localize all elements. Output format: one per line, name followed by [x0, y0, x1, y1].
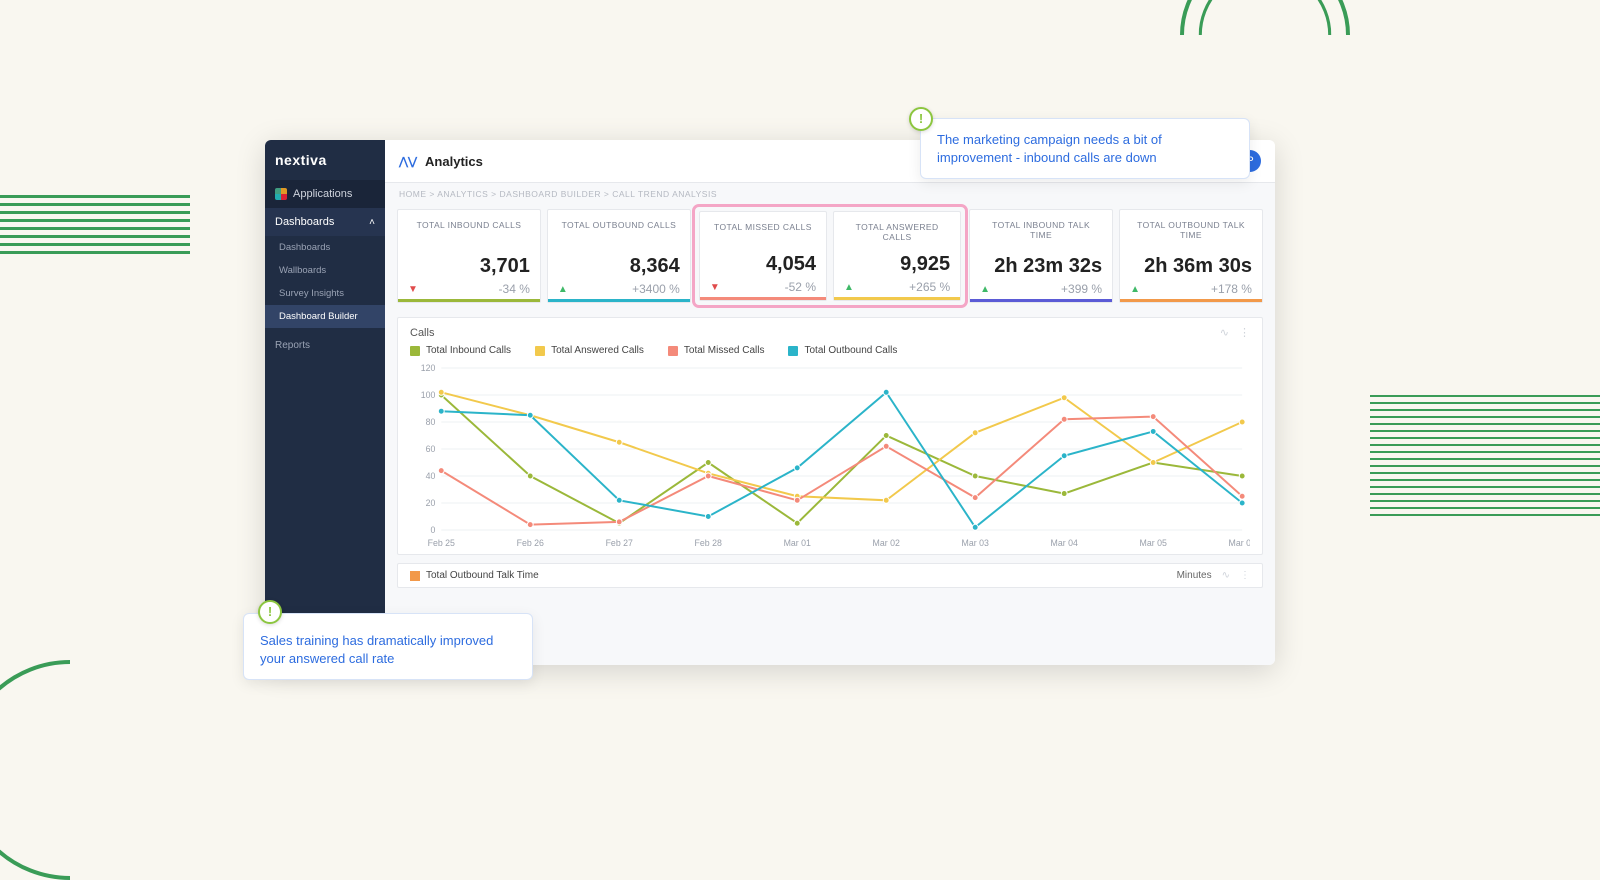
svg-text:Mar 05: Mar 05: [1140, 538, 1167, 548]
chart-legend: Total Inbound Calls Total Answered Calls T…: [410, 345, 1250, 356]
app-window: nextiva Applications Dashboards ˄ Dashbo…: [265, 140, 1275, 665]
sidebar-item-reports[interactable]: Reports: [265, 332, 385, 359]
card-label: TOTAL INBOUND TALK TIME: [980, 220, 1102, 240]
card-label: TOTAL ANSWERED CALLS: [844, 222, 950, 242]
sidebar-applications-label: Applications: [293, 188, 352, 200]
stat-card[interactable]: TOTAL OUTBOUND CALLS 8,364 ▲ +3400 %: [547, 209, 691, 303]
card-delta: +178 %: [1211, 282, 1252, 296]
legend-label: Total Inbound Calls: [426, 345, 511, 356]
chart-more-icon[interactable]: ⋮: [1239, 326, 1250, 339]
callout-text: Sales training has dramatically improved…: [260, 633, 493, 666]
calls-chart-panel: Calls ∿ ⋮ Total Inbound Calls Total Answe…: [397, 317, 1263, 555]
legend-swatch: [535, 346, 545, 356]
alert-icon: !: [258, 600, 282, 624]
svg-text:100: 100: [421, 390, 436, 400]
svg-text:40: 40: [426, 471, 436, 481]
svg-text:Feb 27: Feb 27: [606, 538, 633, 548]
trend-up-icon: ▲: [558, 284, 568, 295]
legend-item: Total Outbound Calls: [788, 345, 897, 356]
main-area: ⋀⋁ Analytics ▢ ◇ ? ⚲ P HOME > ANALYTICS …: [385, 140, 1275, 665]
sidebar-applications[interactable]: Applications: [265, 180, 385, 208]
brand-logo: nextiva: [265, 140, 385, 180]
page-title: Analytics: [425, 154, 483, 169]
stat-cards: TOTAL INBOUND CALLS 3,701 ▼ -34 % TOTAL OUTB…: [385, 205, 1275, 307]
legend-swatch: [410, 571, 420, 581]
svg-text:Mar 01: Mar 01: [784, 538, 811, 548]
card-delta: +399 %: [1061, 282, 1102, 296]
highlighted-cards: TOTAL MISSED CALLS 4,054 ▼ -52 % TOTAL ANSWE…: [697, 209, 963, 303]
svg-text:Mar 03: Mar 03: [962, 538, 989, 548]
alert-icon: !: [909, 107, 933, 131]
card-value: 2h 36m 30s: [1130, 255, 1252, 278]
trend-down-icon: ▼: [408, 284, 418, 295]
card-label: TOTAL MISSED CALLS: [710, 222, 816, 232]
chevron-up-icon: ˄: [369, 217, 375, 228]
svg-text:0: 0: [431, 525, 436, 535]
minutes-legend: Total Outbound Talk Time: [410, 570, 539, 581]
minutes-legend-label: Total Outbound Talk Time: [426, 570, 539, 581]
card-label: TOTAL INBOUND CALLS: [408, 220, 530, 230]
sidebar-item-survey-insights[interactable]: Survey Insights: [265, 282, 385, 305]
stat-card[interactable]: TOTAL INBOUND CALLS 3,701 ▼ -34 %: [397, 209, 541, 303]
card-delta: +3400 %: [632, 282, 680, 296]
card-delta: -34 %: [499, 282, 530, 296]
stat-card[interactable]: TOTAL INBOUND TALK TIME 2h 23m 32s ▲ +399 %: [969, 209, 1113, 303]
card-label: TOTAL OUTBOUND TALK TIME: [1130, 220, 1252, 240]
chart-toggle-icon[interactable]: ∿: [1220, 326, 1229, 339]
svg-text:80: 80: [426, 417, 436, 427]
legend-swatch: [410, 346, 420, 356]
minutes-panel: Total Outbound Talk Time Minutes ∿ ⋮: [397, 563, 1263, 588]
trend-up-icon: ▲: [844, 282, 854, 293]
sidebar-item-dashboard-builder[interactable]: Dashboard Builder: [265, 305, 385, 328]
legend-item: Total Answered Calls: [535, 345, 644, 356]
card-delta: -52 %: [785, 280, 816, 294]
sidebar-item-wallboards[interactable]: Wallboards: [265, 259, 385, 282]
chart-title: Calls: [410, 327, 434, 339]
line-chart: 0 20 40 60 80 100 120 Feb 25 Feb 26 Feb 27 Feb 28 M…: [410, 362, 1250, 552]
svg-text:20: 20: [426, 498, 436, 508]
breadcrumb: HOME > ANALYTICS > DASHBOARD BUILDER > C…: [385, 183, 1275, 205]
chart-more-icon[interactable]: ⋮: [1240, 570, 1250, 581]
analytics-icon: ⋀⋁: [399, 155, 417, 168]
legend-item: Total Inbound Calls: [410, 345, 511, 356]
svg-text:Feb 28: Feb 28: [695, 538, 722, 548]
sidebar: nextiva Applications Dashboards ˄ Dashbo…: [265, 140, 385, 665]
stat-card[interactable]: TOTAL MISSED CALLS 4,054 ▼ -52 %: [699, 211, 827, 301]
svg-text:60: 60: [426, 444, 436, 454]
callout-text: The marketing campaign needs a bit of im…: [937, 132, 1162, 165]
card-value: 2h 23m 32s: [980, 255, 1102, 278]
minutes-title: Minutes: [1177, 570, 1212, 581]
card-value: 8,364: [558, 255, 680, 278]
card-value: 9,925: [844, 253, 950, 276]
sidebar-item-dashboards[interactable]: Dashboards: [265, 236, 385, 259]
legend-label: Total Outbound Calls: [804, 345, 897, 356]
svg-text:Feb 25: Feb 25: [428, 538, 455, 548]
apps-grid-icon: [275, 188, 287, 200]
svg-text:Mar 02: Mar 02: [873, 538, 900, 548]
legend-item: Total Missed Calls: [668, 345, 765, 356]
trend-up-icon: ▲: [980, 284, 990, 295]
sidebar-section-dashboards[interactable]: Dashboards ˄: [265, 208, 385, 236]
card-label: TOTAL OUTBOUND CALLS: [558, 220, 680, 230]
svg-text:120: 120: [421, 363, 436, 373]
stat-card[interactable]: TOTAL OUTBOUND TALK TIME 2h 36m 30s ▲ +178 …: [1119, 209, 1263, 303]
card-value: 4,054: [710, 253, 816, 276]
chart-toggle-icon[interactable]: ∿: [1222, 570, 1230, 581]
callout-inbound-down: ! The marketing campaign needs a bit of …: [920, 118, 1250, 179]
card-value: 3,701: [408, 255, 530, 278]
sidebar-section-label: Dashboards: [275, 216, 334, 228]
legend-swatch: [788, 346, 798, 356]
trend-up-icon: ▲: [1130, 284, 1140, 295]
callout-answered-up: ! Sales training has dramatically improv…: [243, 613, 533, 680]
svg-text:Feb 26: Feb 26: [517, 538, 544, 548]
stat-card[interactable]: TOTAL ANSWERED CALLS 9,925 ▲ +265 %: [833, 211, 961, 301]
svg-text:Mar 06: Mar 06: [1229, 538, 1250, 548]
card-delta: +265 %: [909, 280, 950, 294]
legend-label: Total Missed Calls: [684, 345, 765, 356]
legend-swatch: [668, 346, 678, 356]
trend-down-icon: ▼: [710, 282, 720, 293]
svg-text:Mar 04: Mar 04: [1051, 538, 1078, 548]
legend-label: Total Answered Calls: [551, 345, 644, 356]
